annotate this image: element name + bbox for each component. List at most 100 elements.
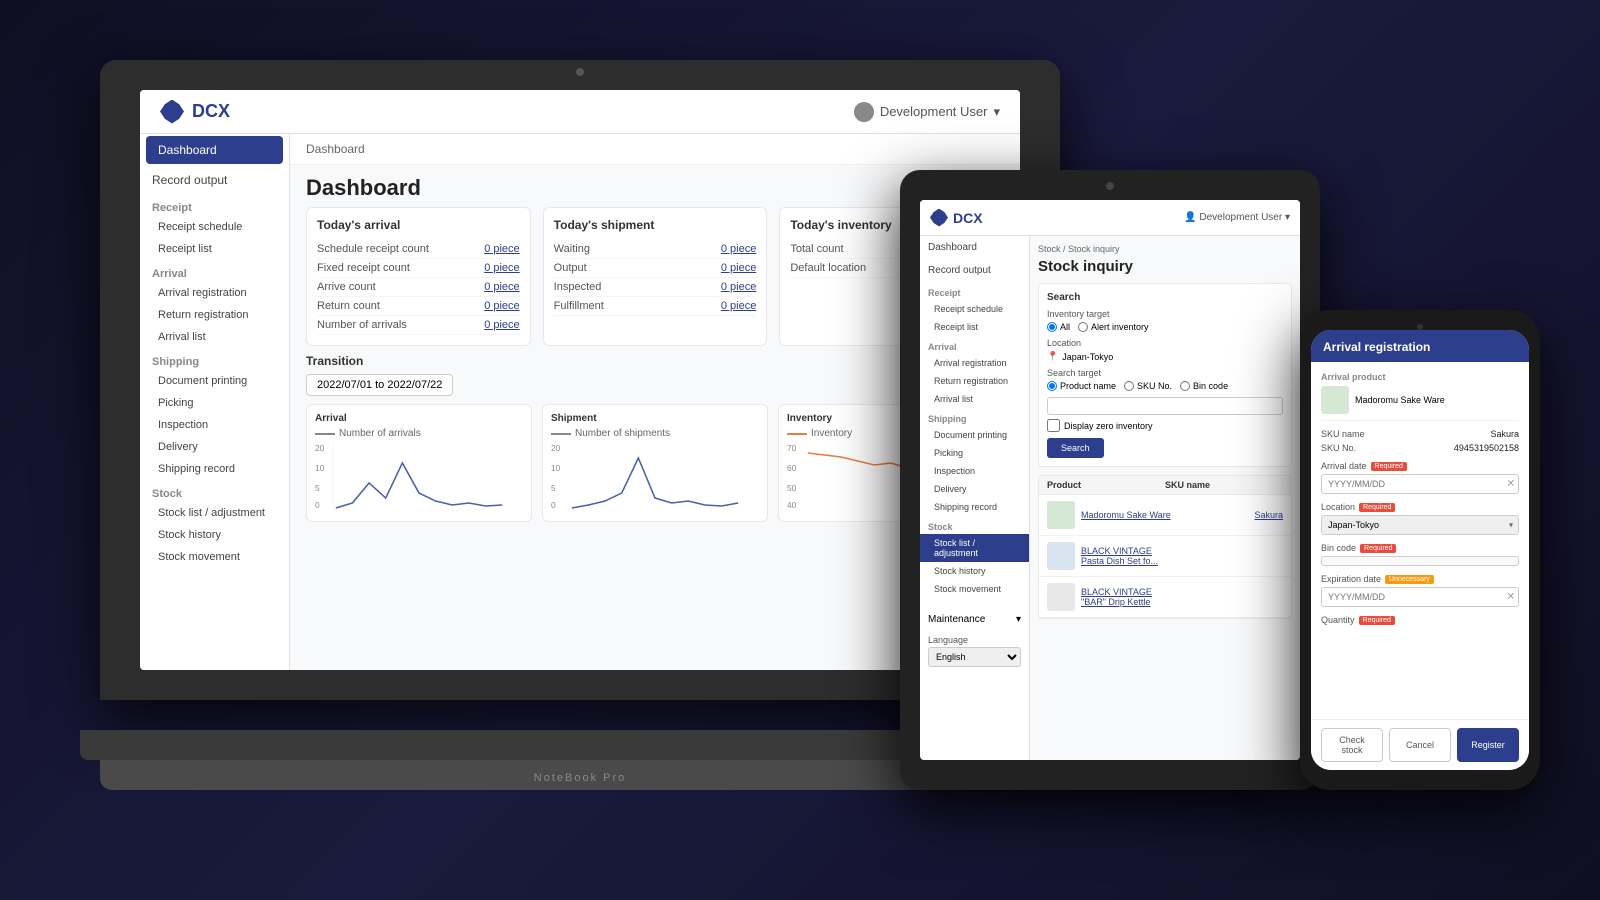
location-select-arrow-icon: ▾	[1509, 521, 1513, 530]
sidebar-item-delivery[interactable]: Delivery	[140, 436, 289, 458]
app-user[interactable]: Development User ▾	[854, 102, 1000, 122]
product-name-3[interactable]: BLACK VINTAGE	[1081, 587, 1283, 597]
tablet-sidebar-dashboard[interactable]: Dashboard	[920, 236, 1029, 259]
dash-row-schedule: Schedule receipt count 0 piece	[317, 240, 520, 259]
arrival-date-input[interactable]	[1321, 474, 1519, 494]
tablet-inventory-target-label: Inventory target	[1047, 309, 1283, 319]
shipment-chart: Shipment Number of shipments 20 10	[542, 404, 768, 522]
tablet-breadcrumb: Stock / Stock inquiry	[1038, 244, 1292, 254]
tablet-location-value: Japan-Tokyo	[1062, 352, 1113, 362]
fulfillment-value[interactable]: 0 piece	[721, 300, 756, 312]
tablet-search-target: Product name SKU No. Bin code	[1047, 381, 1283, 391]
product-name-2b[interactable]: Pasta Dish Set fo...	[1081, 556, 1283, 566]
sidebar-item-stock-list[interactable]: Stock list / adjustment	[140, 502, 289, 524]
product-name-2[interactable]: BLACK VINTAGE	[1081, 546, 1283, 556]
location-required-badge: Required	[1359, 503, 1395, 512]
radio-bin-code[interactable]: Bin code	[1180, 381, 1228, 391]
phone-sku-name-label: SKU name	[1321, 429, 1365, 439]
tablet-sidebar-receipt-list[interactable]: Receipt list	[920, 318, 1029, 336]
phone-location-label-row: Location Required	[1321, 502, 1519, 512]
return-value[interactable]: 0 piece	[484, 300, 519, 312]
radio-sku-no-input[interactable]	[1124, 381, 1134, 391]
product-name-1[interactable]: Madoromu Sake Ware	[1081, 510, 1254, 520]
phone-quantity-label: Quantity	[1321, 615, 1355, 625]
search-input[interactable]	[1047, 397, 1283, 415]
output-value[interactable]: 0 piece	[721, 262, 756, 274]
radio-alert[interactable]: Alert inventory	[1078, 322, 1149, 332]
sidebar-item-record-output[interactable]: Record output	[140, 166, 289, 194]
sidebar-item-receipt-schedule[interactable]: Receipt schedule	[140, 216, 289, 238]
location-select[interactable]: Japan-Tokyo	[1321, 515, 1519, 535]
radio-all[interactable]: All	[1047, 322, 1070, 332]
cancel-button[interactable]: Cancel	[1389, 728, 1451, 762]
tablet-sidebar-shipping-record[interactable]: Shipping record	[920, 498, 1029, 516]
expiration-date-clear-icon[interactable]: ✕	[1507, 592, 1515, 603]
product-sku-1[interactable]: Sakura	[1254, 510, 1283, 520]
tablet-sidebar-stock-list[interactable]: Stock list / adjustment	[920, 534, 1029, 562]
transition-date[interactable]: 2022/07/01 to 2022/07/22	[306, 374, 453, 396]
tablet-sidebar-document-printing[interactable]: Document printing	[920, 426, 1029, 444]
arrive-value[interactable]: 0 piece	[484, 281, 519, 293]
sidebar-item-shipping-record[interactable]: Shipping record	[140, 458, 289, 480]
radio-product-name[interactable]: Product name	[1047, 381, 1116, 391]
waiting-value[interactable]: 0 piece	[721, 243, 756, 255]
product-name-3b[interactable]: "BAR" Drip Kettle	[1081, 597, 1283, 607]
tablet-user[interactable]: 👤 Development User ▾	[1184, 212, 1290, 223]
tablet-location-label: Location	[1047, 338, 1283, 348]
inventory-legend-line	[787, 433, 807, 435]
radio-bin-code-input[interactable]	[1180, 381, 1190, 391]
sidebar-item-picking[interactable]: Picking	[140, 392, 289, 414]
maintenance-expand-icon[interactable]: ▾	[1016, 614, 1021, 625]
product-row-1: Madoromu Sake Ware Sakura	[1039, 495, 1291, 536]
dash-row-inspected: Inspected 0 piece	[554, 278, 757, 297]
tablet-sidebar-arrival-list[interactable]: Arrival list	[920, 390, 1029, 408]
radio-alert-input[interactable]	[1078, 322, 1088, 332]
dash-row-arrivals: Number of arrivals 0 piece	[317, 316, 520, 335]
sidebar-item-receipt-list[interactable]: Receipt list	[140, 238, 289, 260]
phone-sku-name-row: SKU name Sakura	[1321, 429, 1519, 439]
sidebar-item-inspection[interactable]: Inspection	[140, 414, 289, 436]
fixed-value[interactable]: 0 piece	[484, 262, 519, 274]
radio-all-input[interactable]	[1047, 322, 1057, 332]
sidebar-item-document-printing[interactable]: Document printing	[140, 370, 289, 392]
svg-text:10: 10	[315, 464, 325, 473]
search-button[interactable]: Search	[1047, 438, 1104, 458]
display-zero-input[interactable]	[1047, 419, 1060, 432]
dash-row-return: Return count 0 piece	[317, 297, 520, 316]
tablet-sidebar-stock-movement[interactable]: Stock movement	[920, 580, 1029, 598]
tablet-sidebar-record-output[interactable]: Record output	[920, 259, 1029, 282]
arrival-date-clear-icon[interactable]: ✕	[1507, 479, 1515, 490]
expiration-date-input[interactable]	[1321, 587, 1519, 607]
radio-sku-no[interactable]: SKU No.	[1124, 381, 1172, 391]
phone-content: Arrival product Madoromu Sake Ware SKU n…	[1311, 362, 1529, 719]
check-stock-button[interactable]: Check stock	[1321, 728, 1383, 762]
arrival-chart-legend: Number of arrivals	[315, 428, 523, 439]
language-select[interactable]: English	[928, 647, 1021, 667]
tablet-sidebar-receipt-schedule[interactable]: Receipt schedule	[920, 300, 1029, 318]
phone-arrival-product-label: Arrival product	[1321, 372, 1519, 382]
sidebar-item-arrival-registration[interactable]: Arrival registration	[140, 282, 289, 304]
phone-header: Arrival registration	[1311, 330, 1529, 362]
schedule-value[interactable]: 0 piece	[484, 243, 519, 255]
tablet-sidebar-picking[interactable]: Picking	[920, 444, 1029, 462]
tablet-sidebar-stock-history[interactable]: Stock history	[920, 562, 1029, 580]
sidebar-item-return-registration[interactable]: Return registration	[140, 304, 289, 326]
tablet-user-dropdown: ▾	[1285, 212, 1290, 223]
schedule-label: Schedule receipt count	[317, 243, 429, 255]
bin-code-field[interactable]	[1321, 556, 1519, 566]
tablet-sidebar-inspection[interactable]: Inspection	[920, 462, 1029, 480]
arrival-date-required-badge: Required	[1371, 462, 1407, 471]
tablet-sidebar-return-registration[interactable]: Return registration	[920, 372, 1029, 390]
display-zero-checkbox[interactable]: Display zero inventory	[1047, 419, 1283, 432]
tablet-sidebar-arrival-registration[interactable]: Arrival registration	[920, 354, 1029, 372]
sidebar-item-arrival-list[interactable]: Arrival list	[140, 326, 289, 348]
sidebar-item-stock-movement[interactable]: Stock movement	[140, 546, 289, 568]
sidebar-item-stock-history[interactable]: Stock history	[140, 524, 289, 546]
register-button[interactable]: Register	[1457, 728, 1519, 762]
inspected-value[interactable]: 0 piece	[721, 281, 756, 293]
radio-product-name-input[interactable]	[1047, 381, 1057, 391]
tablet-sidebar-delivery[interactable]: Delivery	[920, 480, 1029, 498]
arrivals-value[interactable]: 0 piece	[484, 319, 519, 331]
phone-bin-code-label-row: Bin code Required	[1321, 543, 1519, 553]
sidebar-item-dashboard[interactable]: Dashboard	[146, 136, 283, 164]
